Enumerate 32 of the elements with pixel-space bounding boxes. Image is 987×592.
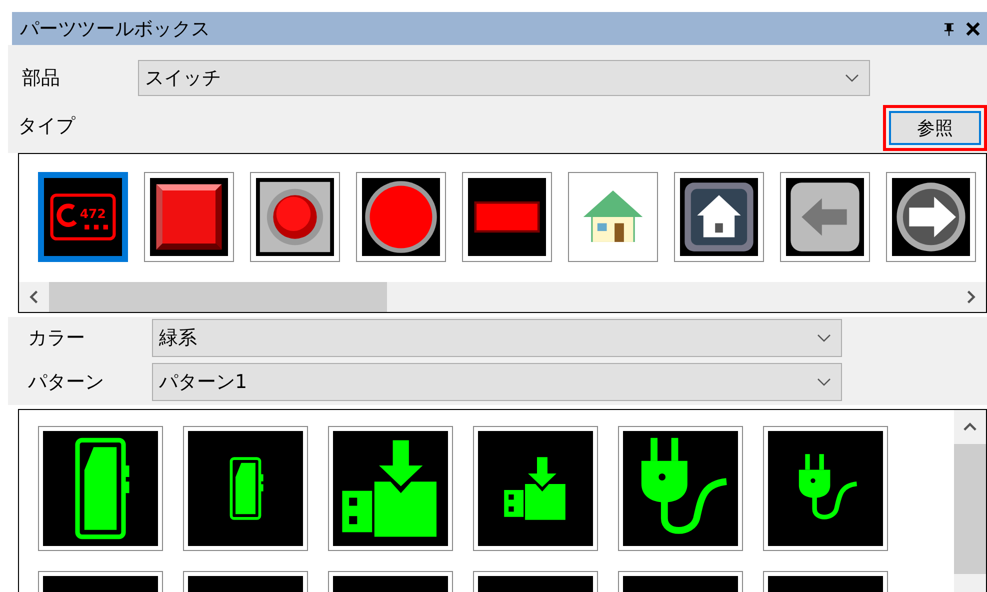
type-thumbnail[interactable] [886, 172, 976, 262]
pattern-thumbnail[interactable] [763, 426, 888, 551]
browse-button[interactable]: 参照 [889, 111, 981, 145]
type-thumbnail[interactable] [144, 172, 234, 262]
type-thumbnail[interactable] [250, 172, 340, 262]
pattern-dropdown[interactable]: パターン1 [152, 363, 842, 401]
scroll-thumb[interactable] [954, 444, 986, 574]
type-thumbnail[interactable] [674, 172, 764, 262]
close-icon[interactable] [965, 20, 981, 36]
pattern-thumbnail[interactable] [183, 426, 308, 551]
type-thumbnail[interactable] [568, 172, 658, 262]
type-thumbnail[interactable] [780, 172, 870, 262]
chevron-down-icon [845, 74, 859, 82]
scroll-thumb[interactable] [49, 282, 387, 312]
pattern-thumbnail[interactable] [38, 426, 163, 551]
type-thumbnail[interactable]: 472 [38, 172, 128, 262]
type-thumbnail[interactable] [356, 172, 446, 262]
part-label: 部品 [22, 66, 61, 91]
pattern-thumbnail[interactable] [618, 426, 743, 551]
horizontal-scrollbar[interactable] [19, 282, 986, 312]
vertical-scrollbar[interactable] [954, 410, 986, 592]
chevron-down-icon [817, 334, 831, 342]
color-dropdown[interactable]: 緑系 [152, 319, 842, 357]
chevron-down-icon [817, 378, 831, 386]
part-dropdown[interactable]: スイッチ [138, 60, 870, 96]
pattern-thumbnail[interactable] [473, 426, 598, 551]
pattern-thumbnail[interactable] [328, 426, 453, 551]
type-label: タイプ [18, 114, 76, 139]
color-label: カラー [28, 326, 86, 351]
pattern-label: パターン [28, 370, 105, 395]
type-thumbnail[interactable] [462, 172, 552, 262]
window-title: パーツツールボックス [20, 16, 211, 42]
